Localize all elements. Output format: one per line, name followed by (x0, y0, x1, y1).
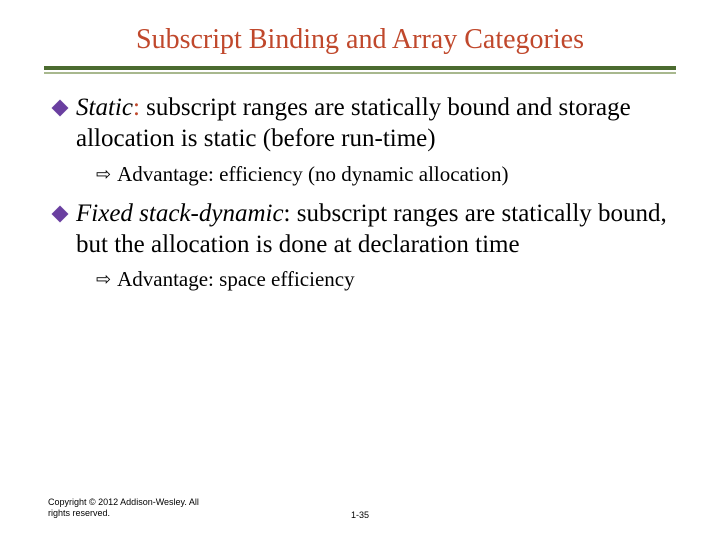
term: Static (76, 94, 133, 121)
footer: Copyright © 2012 Addison-Wesley. All rig… (48, 497, 672, 520)
arrow-icon: ⇨ (96, 268, 111, 291)
diamond-bullet-icon (52, 206, 70, 224)
slide-title: Subscript Binding and Array Categories (48, 24, 672, 56)
colon: : (133, 94, 140, 121)
title-rule (44, 66, 676, 74)
arrow-icon: ⇨ (96, 163, 111, 186)
bullet-text: Static: subscript ranges are statically … (76, 92, 668, 155)
copyright-text: Copyright © 2012 Addison-Wesley. All rig… (48, 497, 208, 520)
sub-bullet-item: ⇨ Advantage: space efficiency (96, 266, 668, 293)
sub-bullet-text: Advantage: space efficiency (117, 266, 355, 293)
body-text: subscript ranges are statically bound an… (76, 94, 631, 152)
sub-bullet-item: ⇨ Advantage: efficiency (no dynamic allo… (96, 161, 668, 188)
page-number: 1-35 (351, 510, 369, 520)
term: Fixed stack-dynamic (76, 200, 284, 227)
slide: Subscript Binding and Array Categories S… (0, 0, 720, 540)
bullet-item: Fixed stack-dynamic: subscript ranges ar… (52, 198, 668, 261)
sub-bullet-text: Advantage: efficiency (no dynamic alloca… (117, 161, 508, 188)
bullet-item: Static: subscript ranges are statically … (52, 92, 668, 155)
bullet-text: Fixed stack-dynamic: subscript ranges ar… (76, 198, 668, 261)
diamond-bullet-icon (52, 100, 70, 118)
content-area: Static: subscript ranges are statically … (48, 92, 672, 294)
